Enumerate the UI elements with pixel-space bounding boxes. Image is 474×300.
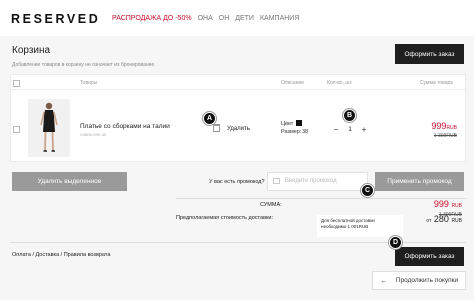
column-header-description: Описание (281, 80, 305, 86)
shipping-price: от 280 RUB (426, 214, 462, 224)
info-links[interactable]: Оплата / Доставка / Правила возврата (12, 252, 110, 258)
checkout-button-top[interactable]: Оформить заказ (395, 44, 464, 64)
promo-code-input[interactable]: Введите промокод (267, 172, 368, 191)
nav-item-kids[interactable]: ДЕТИ (235, 15, 254, 22)
item-price-currency: RUB (446, 125, 457, 131)
color-swatch (296, 120, 302, 126)
page-title: Корзина (12, 45, 51, 56)
size-value: 38 (302, 129, 309, 135)
summary-divider (176, 198, 466, 199)
column-header-products: Товары (80, 80, 98, 86)
arrow-left-icon: ← (379, 276, 388, 285)
free-shipping-note: Для бесплатной доставки необходимо 1 001… (317, 215, 403, 237)
delete-selected-button[interactable]: Удалить выделенное (12, 172, 127, 191)
item-price: 999RUB (431, 121, 457, 131)
quantity-increase-button[interactable]: + (357, 123, 371, 137)
table-header-divider (10, 89, 466, 90)
annotation-marker-c: C (361, 184, 374, 197)
annotation-marker-b: B (343, 109, 356, 122)
continue-shopping-button[interactable]: ← Продолжить покупки (372, 271, 466, 290)
remove-item-link[interactable]: Удалить (227, 126, 250, 132)
nav-item-sale[interactable]: РАСПРОДАЖА ДО -50% (112, 15, 192, 22)
sum-label: СУММА: (260, 202, 282, 208)
product-name[interactable]: Платье со сборками на талии (80, 123, 170, 130)
main-nav: РАСПРОДАЖА ДО -50% ОНА ОН ДЕТИ КАМПАНИЯ (112, 15, 299, 22)
annotation-marker-a: A (203, 112, 216, 125)
apply-promo-button[interactable]: Применить промокод (375, 172, 464, 191)
cart-table (10, 74, 466, 162)
item-old-price: 1 399RUB (433, 133, 457, 139)
promo-checkbox-icon (273, 178, 280, 184)
cart-disclaimer: Добавление товаров в корзину не означает… (12, 62, 155, 68)
shipping-currency: RUB (451, 218, 462, 224)
column-header-quantity: Кол-во, шт. (327, 80, 353, 86)
item-select-checkbox[interactable] (13, 126, 20, 133)
quantity-value[interactable]: 1 (343, 123, 357, 137)
annotation-marker-d: D (389, 236, 402, 249)
size-label: Размер: (281, 129, 302, 135)
nav-item-men[interactable]: ОН (219, 15, 230, 22)
brand-logo[interactable]: RESERVED (11, 12, 100, 26)
quantity-decrease-button[interactable]: − (329, 123, 343, 137)
sum-value: 999 RUB (433, 199, 462, 209)
select-all-checkbox[interactable] (13, 80, 20, 87)
trash-icon[interactable] (213, 124, 220, 132)
color-label: Цвет (281, 121, 294, 127)
shipping-prefix: от (426, 218, 432, 224)
product-image[interactable] (28, 99, 70, 157)
column-header-total: Сумма товара (420, 80, 454, 86)
site-header: RESERVED РАСПРОДАЖА ДО -50% ОНА ОН ДЕТИ … (0, 0, 474, 36)
product-code: V4B05-99X-30 (80, 132, 107, 137)
nav-item-campaign[interactable]: КАМПАНИЯ (260, 15, 299, 22)
dress-figure-icon (40, 102, 58, 152)
continue-shopping-label: Продолжить покупки (395, 277, 459, 284)
sum-currency: RUB (451, 203, 462, 209)
shipping-label: Предполагаемая стоимость доставки: (176, 215, 273, 221)
nav-item-women[interactable]: ОНА (198, 15, 213, 22)
promo-question: У вас есть промокод? (209, 179, 265, 185)
checkout-button-bottom[interactable]: Оформить заказ (395, 247, 464, 266)
